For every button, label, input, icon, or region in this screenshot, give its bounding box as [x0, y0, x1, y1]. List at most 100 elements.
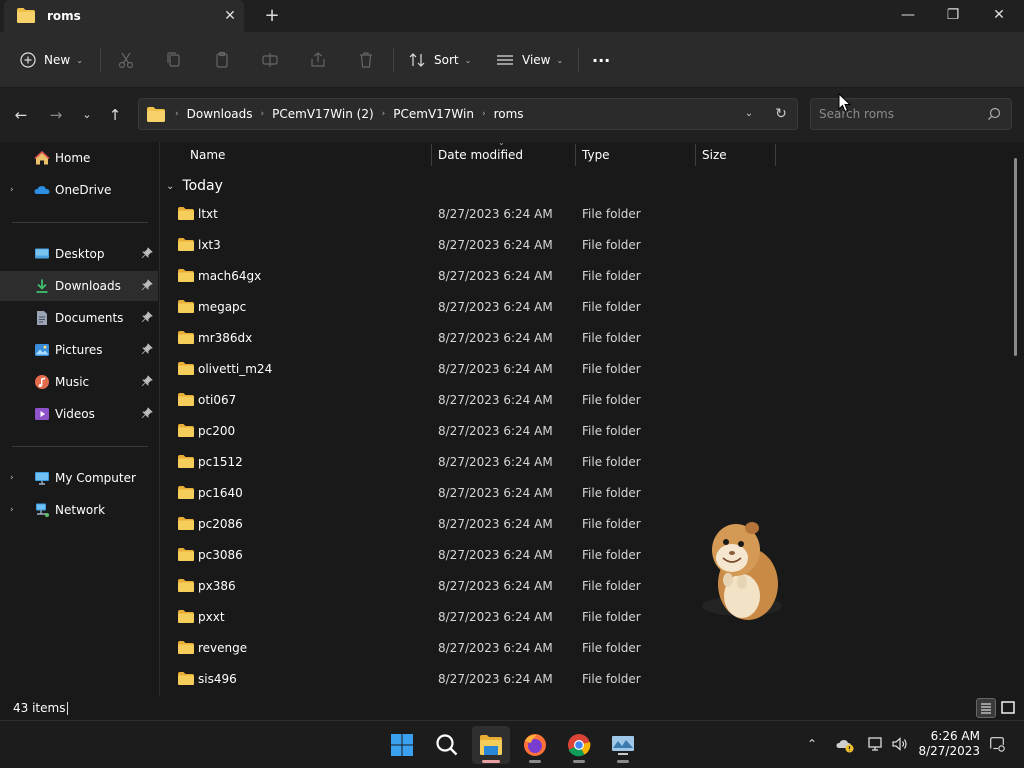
minimize-button[interactable]: — [885, 0, 931, 30]
address-bar[interactable]: › Downloads › PCemV17Win (2) › PCemV17Wi… [138, 98, 798, 130]
sidebar-item-downloads[interactable]: Downloads [0, 271, 158, 301]
group-header-today[interactable]: ⌄ Today [166, 176, 223, 196]
pin-icon[interactable] [141, 343, 153, 355]
cut-icon[interactable] [116, 50, 136, 70]
sidebar-item-desktop[interactable]: Desktop [0, 239, 158, 269]
table-row[interactable]: ltxt 8/27/2023 6:24 AM File folder [160, 199, 1010, 230]
tab-close-button[interactable]: ✕ [220, 6, 240, 26]
column-header-size[interactable]: Size [702, 142, 727, 168]
paste-icon[interactable] [212, 50, 232, 70]
sidebar-item-onedrive[interactable]: › OneDrive [0, 175, 158, 205]
column-header-name[interactable]: Name [190, 142, 225, 168]
breadcrumb-item[interactable]: PCemV17Win (2) [272, 107, 374, 121]
table-row[interactable]: px386 8/27/2023 6:24 AM File folder [160, 571, 1010, 602]
breadcrumb-item[interactable]: Downloads [187, 107, 253, 121]
recent-locations-chevron-icon[interactable]: ⌄ [76, 104, 98, 126]
expand-chevron-icon[interactable]: › [10, 185, 14, 195]
collapse-chevron-icon[interactable]: ⌄ [166, 181, 174, 192]
file-explorer-taskbar-button[interactable] [472, 726, 510, 764]
sidebar-item-home[interactable]: Home [0, 143, 158, 173]
new-tab-button[interactable]: + [262, 6, 282, 26]
chrome-icon [568, 734, 591, 757]
computer-icon [35, 472, 49, 485]
table-row[interactable]: olivetti_m24 8/27/2023 6:24 AM File folder [160, 354, 1010, 385]
file-date-modified: 8/27/2023 6:24 AM [438, 455, 553, 469]
pin-icon[interactable] [141, 279, 153, 291]
pin-icon[interactable] [141, 407, 153, 419]
column-divider[interactable] [575, 144, 576, 166]
up-arrow-icon[interactable]: ↑ [104, 104, 126, 126]
restore-button[interactable]: ❐ [930, 0, 976, 30]
pin-icon[interactable] [141, 311, 153, 323]
new-button[interactable]: New ⌄ [20, 46, 83, 74]
sidebar-item-videos[interactable]: Videos [0, 399, 158, 429]
table-row[interactable]: pxxt 8/27/2023 6:24 AM File folder [160, 602, 1010, 633]
expand-chevron-icon[interactable]: › [10, 505, 14, 515]
table-row[interactable]: pc200 8/27/2023 6:24 AM File folder [160, 416, 1010, 447]
sidebar-item-network[interactable]: › Network [0, 495, 158, 525]
share-icon[interactable] [308, 50, 328, 70]
notification-icon[interactable] [988, 734, 1006, 754]
table-row[interactable]: pc1512 8/27/2023 6:24 AM File folder [160, 447, 1010, 478]
refresh-icon[interactable]: ↻ [771, 104, 791, 124]
sidebar-item-label: Pictures [55, 343, 103, 357]
pin-icon[interactable] [141, 247, 153, 259]
breadcrumb-item[interactable]: roms [494, 107, 524, 121]
file-type: File folder [582, 238, 641, 252]
delete-icon[interactable] [356, 50, 376, 70]
tiles-view-toggle[interactable] [998, 698, 1018, 718]
column-divider[interactable] [775, 144, 776, 166]
sidebar-item-documents[interactable]: Documents [0, 303, 158, 333]
sort-button[interactable]: Sort ⌄ [408, 46, 471, 74]
column-header-type[interactable]: Type [582, 142, 610, 168]
table-row[interactable]: pc2086 8/27/2023 6:24 AM File folder [160, 509, 1010, 540]
item-count-text: 43 items [13, 701, 66, 715]
firefox-taskbar-button[interactable] [516, 726, 554, 764]
volume-icon[interactable] [890, 734, 910, 754]
address-history-chevron-icon[interactable]: ⌄ [739, 104, 759, 124]
table-row[interactable]: lxt3 8/27/2023 6:24 AM File folder [160, 230, 1010, 261]
sidebar-item-music[interactable]: Music [0, 367, 158, 397]
tab-roms[interactable]: roms ✕ [4, 0, 244, 32]
breadcrumb-separator[interactable]: › [382, 109, 386, 119]
onedrive-warning-icon[interactable] [835, 734, 855, 754]
search-taskbar-button[interactable] [428, 726, 466, 764]
column-divider[interactable] [695, 144, 696, 166]
file-date-modified: 8/27/2023 6:24 AM [438, 486, 553, 500]
breadcrumb-item[interactable]: PCemV17Win [393, 107, 474, 121]
table-row[interactable]: pc1640 8/27/2023 6:24 AM File folder [160, 478, 1010, 509]
more-options-button[interactable]: ··· [592, 46, 610, 74]
pcem-taskbar-button[interactable] [604, 726, 642, 764]
table-row[interactable]: revenge 8/27/2023 6:24 AM File folder [160, 633, 1010, 664]
network-monitor-icon[interactable] [866, 734, 886, 754]
pin-icon[interactable] [141, 375, 153, 387]
column-divider[interactable] [431, 144, 432, 166]
search-icon[interactable] [987, 107, 1001, 121]
back-arrow-icon[interactable]: ← [10, 104, 32, 126]
table-row[interactable]: pc3086 8/27/2023 6:24 AM File folder [160, 540, 1010, 571]
start-button[interactable] [383, 726, 421, 764]
sidebar-item-pictures[interactable]: Pictures [0, 335, 158, 365]
view-button[interactable]: View ⌄ [496, 46, 563, 74]
details-view-toggle[interactable] [976, 698, 996, 718]
table-row[interactable]: megapc 8/27/2023 6:24 AM File folder [160, 292, 1010, 323]
table-row[interactable]: mach64gx 8/27/2023 6:24 AM File folder [160, 261, 1010, 292]
system-clock[interactable]: 6:26 AM 8/27/2023 [918, 729, 980, 759]
column-header-date-modified[interactable]: Date modified [438, 142, 523, 168]
breadcrumb: › Downloads › PCemV17Win (2) › PCemV17Wi… [147, 99, 524, 129]
table-row[interactable]: oti067 8/27/2023 6:24 AM File folder [160, 385, 1010, 416]
rename-icon[interactable] [260, 50, 280, 70]
chrome-taskbar-button[interactable] [560, 726, 598, 764]
sidebar-item-my-computer[interactable]: › My Computer [0, 463, 158, 493]
table-row[interactable]: sis496 8/27/2023 6:24 AM File folder [160, 664, 1010, 695]
breadcrumb-separator[interactable]: › [261, 109, 265, 119]
breadcrumb-separator[interactable]: › [482, 109, 486, 119]
expand-chevron-icon[interactable]: › [10, 473, 14, 483]
forward-arrow-icon[interactable]: → [45, 104, 67, 126]
copy-icon[interactable] [164, 50, 184, 70]
vertical-scrollbar-thumb[interactable] [1014, 158, 1017, 356]
table-row[interactable]: mr386dx 8/27/2023 6:24 AM File folder [160, 323, 1010, 354]
close-button[interactable]: ✕ [976, 0, 1022, 30]
command-bar: New ⌄ Sort ⌄ View ⌄ ··· [0, 32, 1024, 88]
show-hidden-icons-chevron-icon[interactable]: ⌃ [802, 734, 822, 754]
